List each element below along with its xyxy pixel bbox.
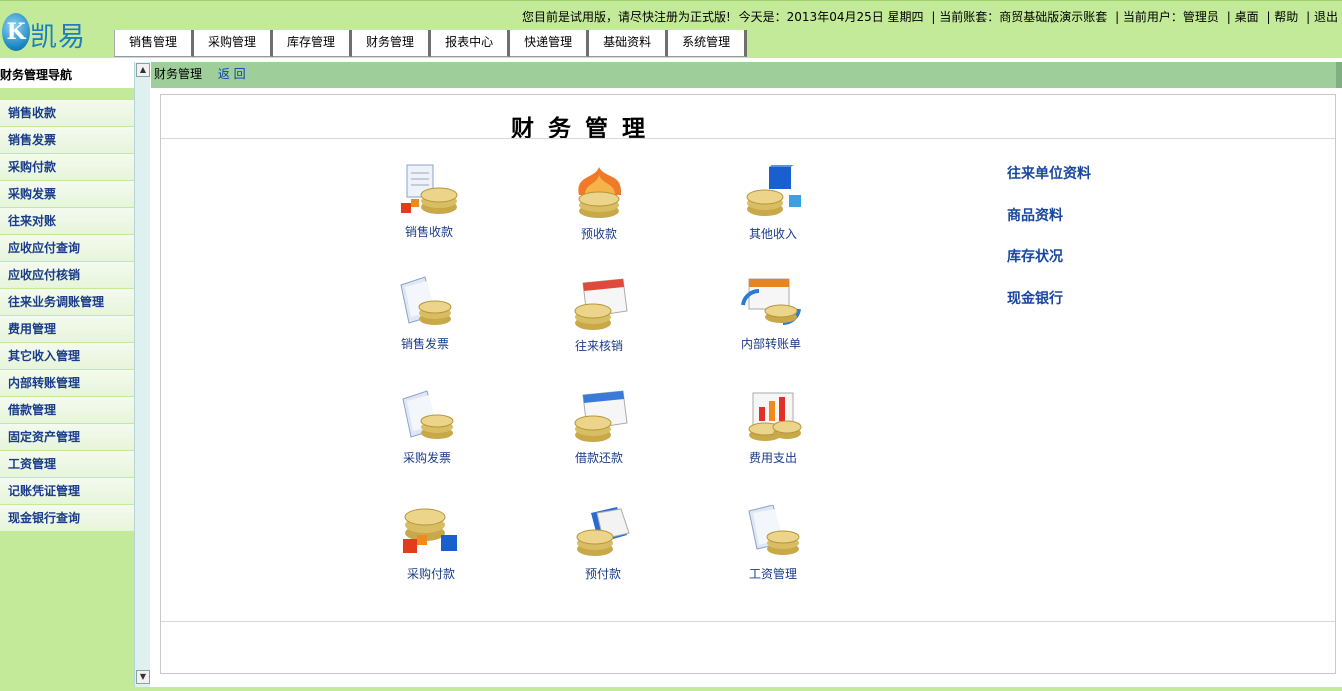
grid-item-label: 借款还款 — [574, 451, 623, 465]
bottom-divider — [161, 621, 1335, 622]
link-inventory-status[interactable]: 库存状况 — [1007, 246, 1063, 266]
grid-item-internal-transfer[interactable]: 内部转账单 — [709, 275, 819, 355]
scroll-up-button[interactable]: ▲ — [136, 63, 150, 77]
grid-item-label: 预付款 — [584, 567, 621, 581]
sidebar-item-loans[interactable]: 借款管理 — [0, 397, 134, 424]
grid-item-advance-receipt[interactable]: 预收款 — [537, 165, 647, 245]
doc-coins-icon — [401, 164, 458, 214]
grid-item-other-income[interactable]: 其他收入 — [711, 165, 821, 245]
help-link[interactable]: | 帮助 — [1266, 10, 1298, 24]
sidebar-item-reconciliation[interactable]: 往来对账 — [0, 208, 134, 235]
link-product-info[interactable]: 商品资料 — [1007, 205, 1063, 225]
app-logo: K 凯易通 — [0, 6, 112, 92]
logo-mark: K — [2, 13, 30, 51]
sidebar-scrollbar[interactable]: ▲ ▼ — [134, 62, 150, 687]
breadcrumb-edge — [1336, 62, 1342, 88]
calendar-coins-icon — [574, 390, 628, 442]
sidebar-item-fixed-assets[interactable]: 固定资产管理 — [0, 424, 134, 451]
link-partner-info[interactable]: 往来单位资料 — [1007, 163, 1091, 183]
grid-item-label: 采购发票 — [402, 451, 451, 465]
sidebar-item-internal-transfer[interactable]: 内部转账管理 — [0, 370, 134, 397]
grid-item-sales-invoice[interactable]: 销售发票 — [363, 275, 473, 355]
grid-item-ar-ap-writeoff[interactable]: 往来核销 — [537, 277, 647, 357]
chart-coins-icon — [748, 392, 802, 441]
folder-coins-icon — [576, 507, 630, 556]
logout-link[interactable]: | 退出 — [1306, 10, 1338, 24]
breadcrumb: 财务管理 返 回 — [151, 62, 1342, 88]
scroll-down-button[interactable]: ▼ — [136, 670, 150, 684]
grid-item-loan-repayment[interactable]: 借款还款 — [537, 389, 647, 469]
trial-notice: 您目前是试用版，请尽快注册为正式版! — [522, 10, 731, 24]
sidebar-item-sales-invoice[interactable]: 销售发票 — [0, 127, 134, 154]
bottom-scrollbar[interactable] — [0, 687, 1342, 691]
sidebar-item-ar-ap-writeoff[interactable]: 应收应付核销 — [0, 262, 134, 289]
grid-item-label: 采购付款 — [406, 567, 455, 581]
grid-item-purchase-invoice[interactable]: 采购发票 — [365, 389, 475, 469]
sidebar-item-sales-receipt[interactable]: 销售收款 — [0, 100, 134, 127]
grid-item-advance-payment[interactable]: 预付款 — [541, 505, 651, 585]
grid-item-label: 内部转账单 — [740, 337, 801, 351]
sidebar-item-account-adjust[interactable]: 往来业务调账管理 — [0, 289, 134, 316]
sidebar-item-vouchers[interactable]: 记账凭证管理 — [0, 478, 134, 505]
grid-item-label: 往来核销 — [574, 339, 623, 353]
coins-cube-icon — [746, 165, 801, 216]
tab-finance[interactable]: 财务管理 — [352, 30, 432, 57]
sidebar-item-payroll[interactable]: 工资管理 — [0, 451, 134, 478]
sidebar-item-ar-ap-query[interactable]: 应收应付查询 — [0, 235, 134, 262]
sidebar-item-expense[interactable]: 费用管理 — [0, 316, 134, 343]
grid-item-expense[interactable]: 费用支出 — [711, 389, 821, 469]
invoice-coins-icon — [400, 276, 452, 325]
sidebar-item-purchase-invoice[interactable]: 采购发票 — [0, 181, 134, 208]
tab-base-data[interactable]: 基础资料 — [589, 30, 669, 57]
tab-system[interactable]: 系统管理 — [668, 30, 748, 57]
finance-nav-sidebar: 财务管理导航 销售收款 销售发票 采购付款 采购发票 往来对账 应收应付查询 应… — [0, 62, 134, 687]
tab-purchase[interactable]: 采购管理 — [194, 30, 274, 57]
desktop-link[interactable]: | 桌面 — [1227, 10, 1259, 24]
main-menu-tabs: 销售管理 采购管理 库存管理 财务管理 报表中心 快递管理 基础资料 系统管理 — [114, 30, 748, 57]
current-account: | 当前账套：商贸基础版演示账套 — [931, 10, 1108, 24]
link-cash-bank[interactable]: 现金银行 — [1007, 288, 1063, 308]
grid-item-label: 销售收款 — [404, 225, 453, 239]
back-link[interactable]: 返 回 — [218, 67, 246, 81]
grid-item-label: 预收款 — [580, 227, 617, 241]
breadcrumb-current: 财务管理 — [154, 67, 203, 81]
sidebar-item-cash-bank[interactable]: 现金银行查询 — [0, 505, 134, 532]
transfer-coins-icon — [741, 278, 801, 326]
invoice-coins-icon — [402, 390, 454, 439]
invoice-coins-icon — [748, 505, 800, 555]
app-header: K 凯易通 您目前是试用版，请尽快注册为正式版! 今天是：2013年04月25日… — [0, 0, 1342, 92]
finance-panel: 财务管理 销售收款 预收款 其他收入 销售发票 往来核销 内部转账单 采购发票 … — [160, 94, 1336, 674]
tab-sales[interactable]: 销售管理 — [114, 30, 195, 57]
grid-item-label: 工资管理 — [748, 567, 797, 581]
current-user: | 当前用户：管理员 — [1115, 10, 1219, 24]
tab-inventory[interactable]: 库存管理 — [273, 30, 353, 57]
grid-item-sales-receipt[interactable]: 销售收款 — [367, 163, 477, 243]
coins-flame-icon — [578, 167, 622, 218]
grid-item-label: 其他收入 — [748, 227, 797, 241]
sidebar-item-purchase-payment[interactable]: 采购付款 — [0, 154, 134, 181]
calendar-coins-icon — [574, 278, 628, 330]
sidebar-title: 财务管理导航 — [0, 62, 134, 88]
sidebar-gap — [0, 88, 134, 100]
coins-cube-icon — [403, 508, 457, 553]
title-divider — [161, 138, 1335, 139]
tab-reports[interactable]: 报表中心 — [431, 30, 511, 57]
grid-item-label: 费用支出 — [748, 451, 797, 465]
top-status-bar: 您目前是试用版，请尽快注册为正式版! 今天是：2013年04月25日 星期四 |… — [518, 8, 1338, 25]
today-date: 今天是：2013年04月25日 星期四 — [738, 10, 924, 24]
sidebar-item-other-income[interactable]: 其它收入管理 — [0, 343, 134, 370]
grid-item-payroll[interactable]: 工资管理 — [711, 505, 821, 585]
grid-item-label: 销售发票 — [400, 337, 449, 351]
grid-item-purchase-payment[interactable]: 采购付款 — [369, 505, 479, 585]
tab-express[interactable]: 快递管理 — [510, 30, 590, 57]
